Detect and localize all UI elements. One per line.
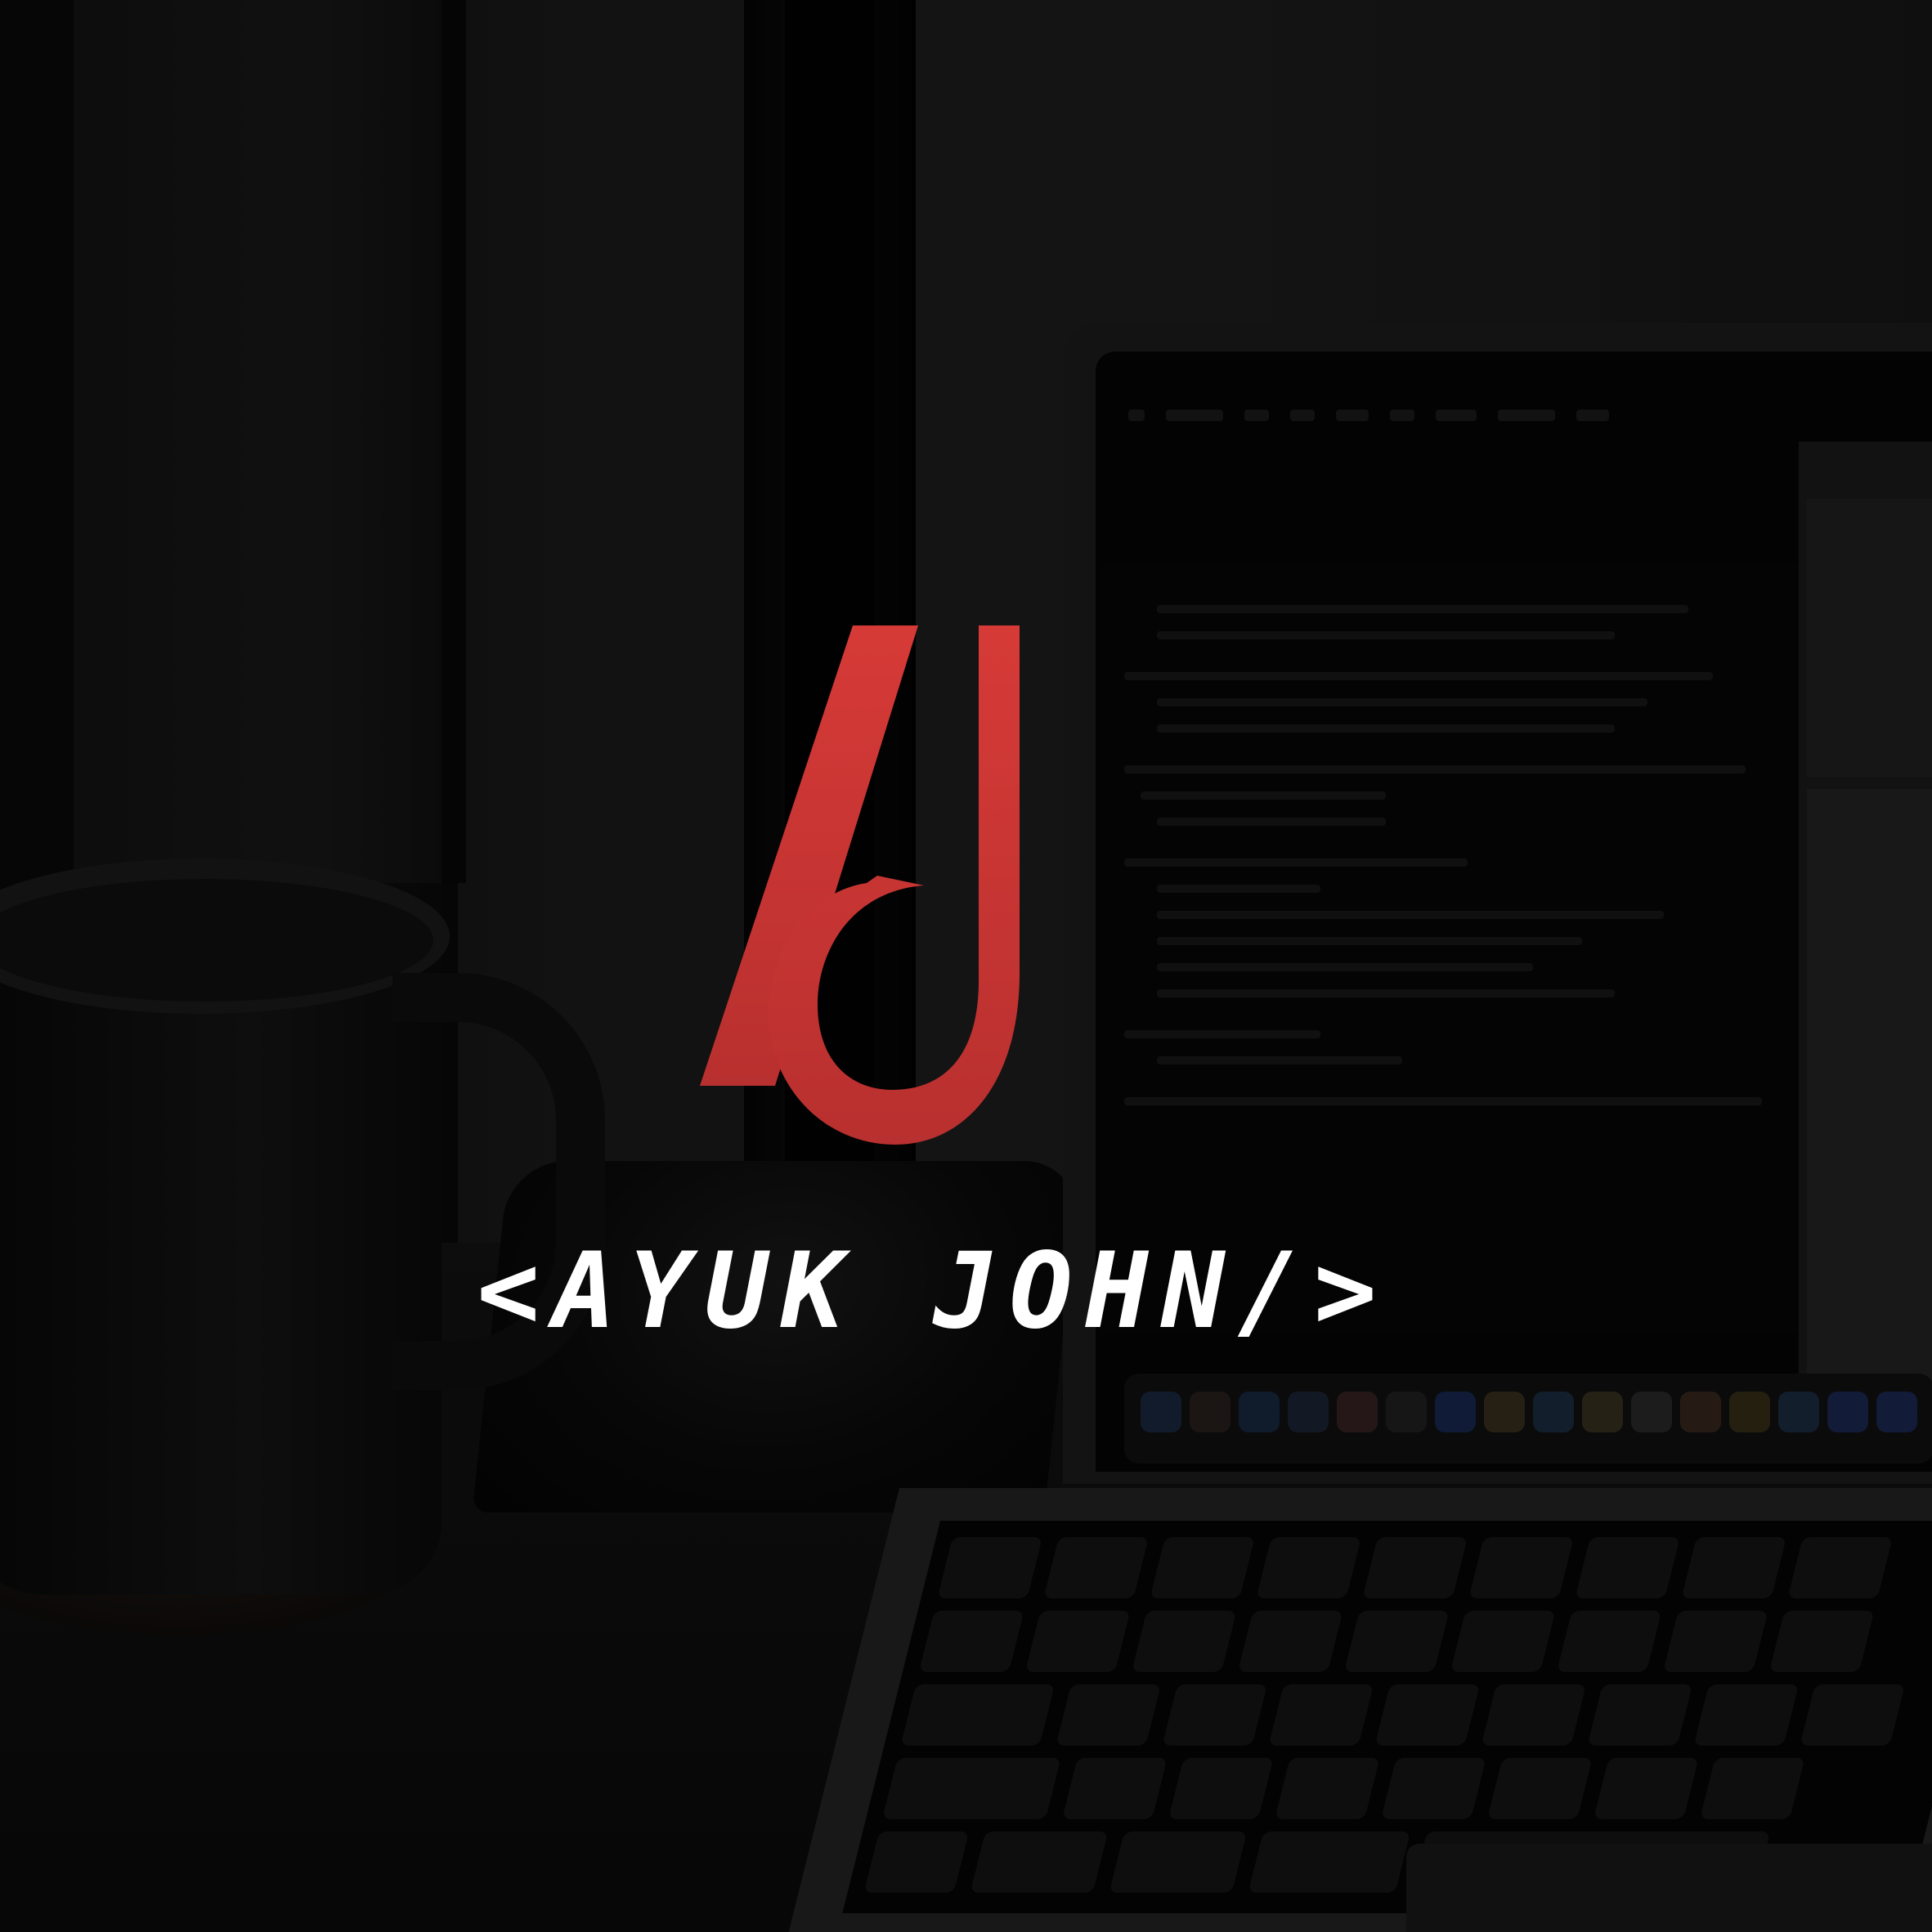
aj-monogram-logo (700, 625, 1020, 1145)
brand-wordmark: <AYUK JOHN/> (0, 1235, 1932, 1349)
branding-canvas: <AYUK JOHN/> (0, 0, 1932, 1932)
wordmark-text: <AYUK JOHN/> (477, 1230, 1390, 1352)
